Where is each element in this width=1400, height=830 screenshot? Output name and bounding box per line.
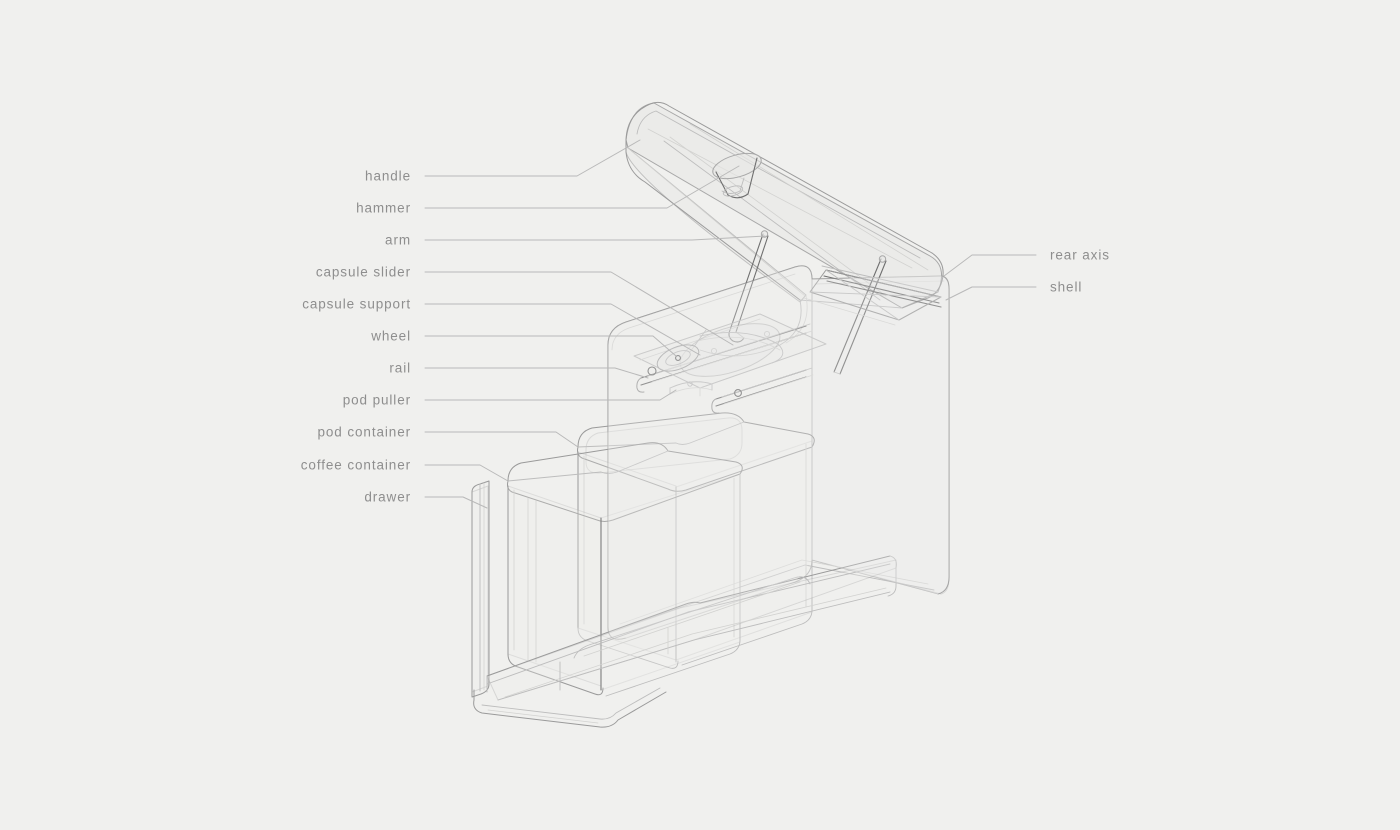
leader-pod-container xyxy=(424,431,579,448)
label-rear-axis: rear axis xyxy=(1050,247,1110,263)
label-coffee-container: coffee container xyxy=(300,457,411,473)
technical-illustration: .ln { fill:none; stroke:#9a9a9a; stroke-… xyxy=(424,101,1037,728)
label-shell: shell xyxy=(1050,279,1083,295)
label-arm: arm xyxy=(385,232,411,248)
label-pod-puller: pod puller xyxy=(342,392,411,408)
label-wheel: wheel xyxy=(371,328,411,344)
leader-coffee-container xyxy=(424,464,509,482)
label-capsule-support: capsule support xyxy=(302,296,411,312)
label-hammer: hammer xyxy=(356,200,411,216)
leader-rear-axis xyxy=(943,254,1037,277)
label-pod-container: pod container xyxy=(317,424,411,440)
diagram-stage: .ln { fill:none; stroke:#9a9a9a; stroke-… xyxy=(0,0,1400,830)
leader-handle xyxy=(424,139,641,177)
label-handle: handle xyxy=(365,168,411,184)
label-drawer: drawer xyxy=(364,489,411,505)
label-capsule-slider: capsule slider xyxy=(315,264,411,280)
label-rail: rail xyxy=(389,360,411,376)
leader-shell xyxy=(945,286,1037,301)
drawer-side-panels xyxy=(471,480,490,698)
